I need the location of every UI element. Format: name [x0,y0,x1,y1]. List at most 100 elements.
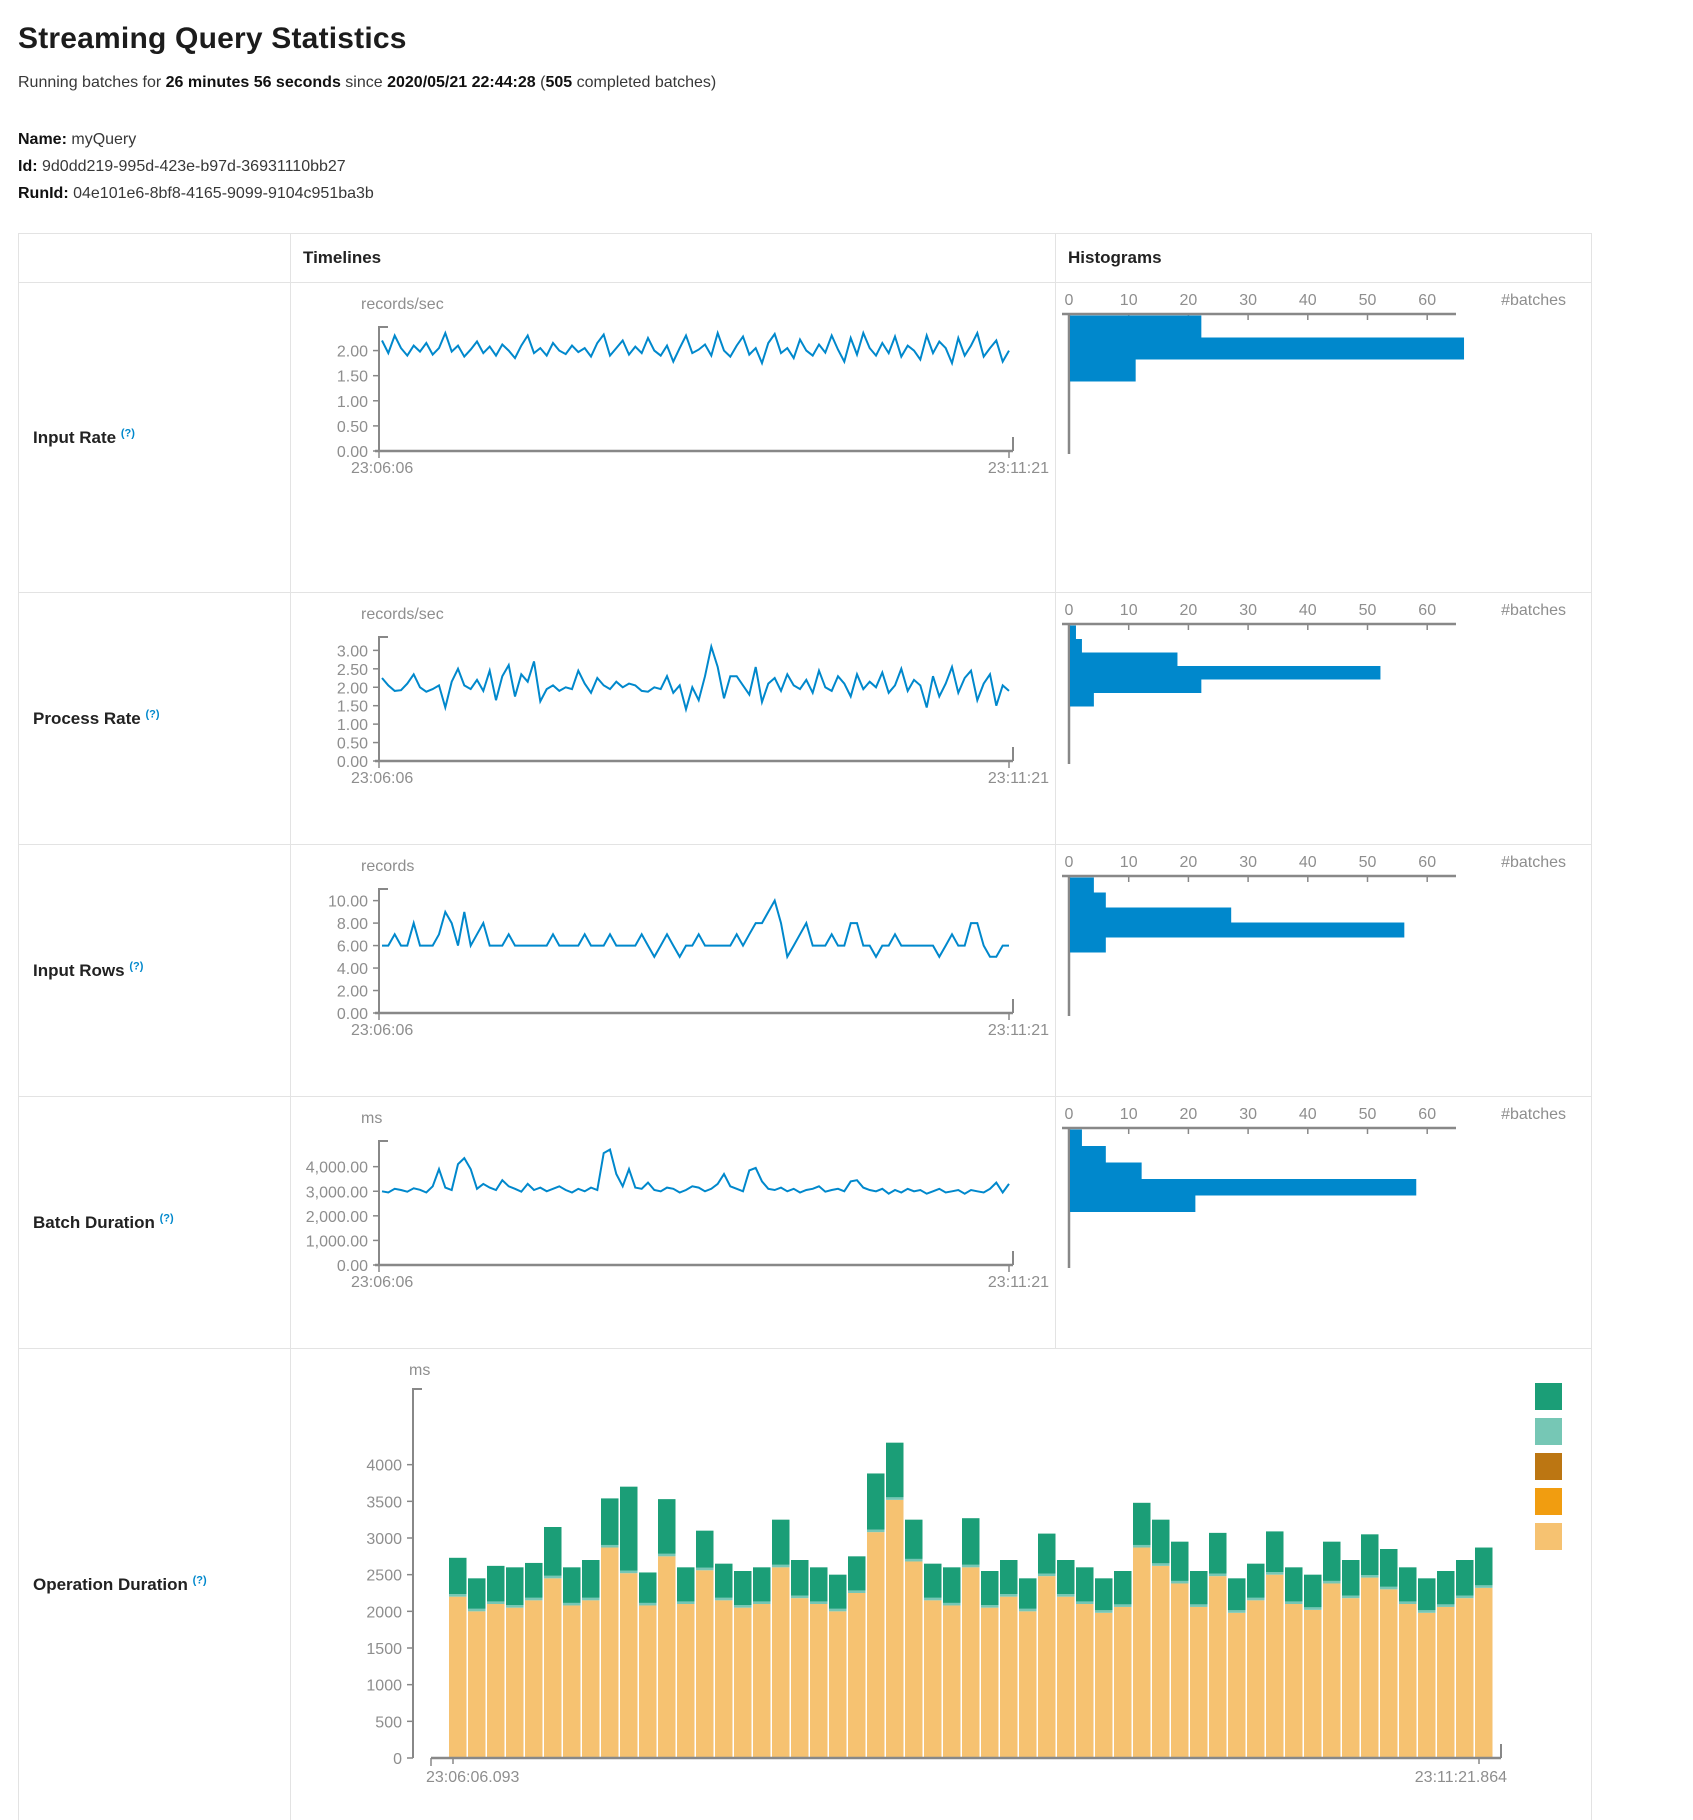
stats-table: Timelines Histograms Input Rate (?) reco… [18,233,1592,1820]
row-label-input-rows: Input Rows (?) [33,961,143,980]
op-bar-middle-segment [1304,1607,1322,1610]
op-bar-bottom-segment [1380,1589,1398,1758]
op-bar-bottom-segment [715,1600,733,1758]
histogram-bar [1070,680,1201,694]
op-bar-middle-segment [506,1605,524,1608]
op-bar-bottom-segment [1266,1575,1284,1758]
histogram-bar [1070,893,1106,908]
op-bar-top-segment [1342,1560,1360,1596]
process-rate-histogram-chart: 0102030405060#batches [1056,593,1590,839]
svg-text:20: 20 [1180,854,1198,871]
op-bar-middle-segment [981,1605,999,1608]
op-bar-top-segment [487,1566,505,1602]
input-rows-help-icon[interactable]: (?) [129,960,143,972]
op-bar-bottom-segment [1228,1613,1246,1758]
op-bar-top-segment [1038,1534,1056,1574]
op-bar-top-segment [696,1531,714,1568]
op-bar-middle-segment [1342,1596,1360,1599]
op-bar-middle-segment [848,1590,866,1593]
op-bar-middle-segment [1247,1598,1265,1601]
op-bar-top-segment [1285,1567,1303,1601]
input-rate-line [382,333,1009,363]
svg-text:3500: 3500 [366,1494,402,1511]
legend-swatch [1535,1383,1562,1410]
op-bar-bottom-segment [772,1567,790,1758]
op-bar-bottom-segment [544,1578,562,1758]
batch-duration-help-icon[interactable]: (?) [160,1212,174,1224]
op-bar-bottom-segment [658,1556,676,1758]
op-bar-bottom-segment [905,1561,923,1758]
x-axis-end-label: 23:11:21 [988,1274,1049,1291]
operation-duration-stacked-chart: ms4000350030002500200015001000500023:06:… [291,1349,1590,1815]
x-axis-start-label: 23:06:06 [351,1274,413,1291]
op-bar-bottom-segment [449,1597,467,1758]
empty-header-cell [19,234,291,283]
svg-text:40: 40 [1299,1106,1317,1123]
x-axis-start-label: 23:06:06 [351,1022,413,1039]
op-bar-bottom-segment [639,1605,657,1758]
op-bar-top-segment [1209,1533,1227,1574]
op-bar-middle-segment [829,1609,847,1612]
svg-text:4,000.00: 4,000.00 [306,1160,368,1177]
op-bar-top-segment [1475,1548,1493,1586]
op-bar-bottom-segment [1190,1607,1208,1758]
op-bar-top-segment [468,1578,486,1608]
op-bar-top-segment [1304,1575,1322,1608]
op-bar-middle-segment [867,1530,885,1533]
svg-text:20: 20 [1180,1106,1198,1123]
row-label-input-rate: Input Rate (?) [33,428,135,447]
histogram-bar [1070,1163,1142,1180]
row-label-operation-duration: Operation Duration (?) [33,1575,207,1594]
op-bar-middle-segment [1437,1604,1455,1607]
x-axis-end-label: 23:11:21 [988,460,1049,477]
op-bar-top-segment [1114,1571,1132,1604]
process-rate-help-icon[interactable]: (?) [145,708,159,720]
y-axis-unit: ms [409,1362,430,1379]
svg-text:4000: 4000 [366,1458,402,1475]
svg-text:20: 20 [1180,292,1198,309]
op-bar-top-segment [677,1567,695,1601]
svg-text:30: 30 [1239,602,1257,619]
op-bar-middle-segment [1361,1575,1379,1578]
op-bar-middle-segment [1133,1545,1151,1548]
svg-text:40: 40 [1299,602,1317,619]
svg-text:0: 0 [393,1751,402,1768]
table-row-operation-duration: Operation Duration (?) ms400035003000250… [19,1349,1592,1820]
svg-text:1.00: 1.00 [337,394,368,411]
svg-text:60: 60 [1418,292,1436,309]
op-bar-bottom-segment [1171,1583,1189,1758]
histogram-bar [1070,316,1201,338]
histogram-bar [1070,1146,1106,1163]
op-bar-bottom-segment [601,1548,619,1758]
page-title: Streaming Query Statistics [18,22,1693,56]
op-bar-middle-segment [449,1594,467,1597]
op-bar-top-segment [620,1487,638,1571]
legend-swatch [1535,1523,1562,1550]
input-rate-help-icon[interactable]: (?) [121,427,135,439]
operation-duration-help-icon[interactable]: (?) [193,1574,207,1586]
op-bar-middle-segment [943,1603,961,1606]
svg-text:10.00: 10.00 [328,894,368,911]
histogram-bar [1070,653,1177,667]
op-bar-bottom-segment [1019,1611,1037,1758]
op-bar-middle-segment [677,1601,695,1604]
op-bar-top-segment [848,1556,866,1590]
histogram-bar [1070,923,1404,938]
svg-text:40: 40 [1299,292,1317,309]
x-axis-end-label: 23:11:21 [988,770,1049,787]
op-bar-top-segment [981,1571,999,1605]
op-bar-middle-segment [962,1565,980,1568]
histogram-bar [1070,938,1106,953]
svg-text:40: 40 [1299,854,1317,871]
svg-text:60: 60 [1418,1106,1436,1123]
op-bar-bottom-segment [468,1611,486,1758]
op-bar-top-segment [829,1575,847,1609]
svg-text:20: 20 [1180,602,1198,619]
query-meta: Name: myQuery Id: 9d0dd219-995d-423e-b97… [18,126,1693,207]
svg-text:8.00: 8.00 [337,916,368,933]
query-name-line: Name: myQuery [18,126,1693,153]
op-bar-top-segment [1323,1542,1341,1581]
x-axis-start-label: 23:06:06.093 [426,1769,520,1786]
op-bar-middle-segment [1057,1594,1075,1597]
svg-text:2,000.00: 2,000.00 [306,1209,368,1226]
